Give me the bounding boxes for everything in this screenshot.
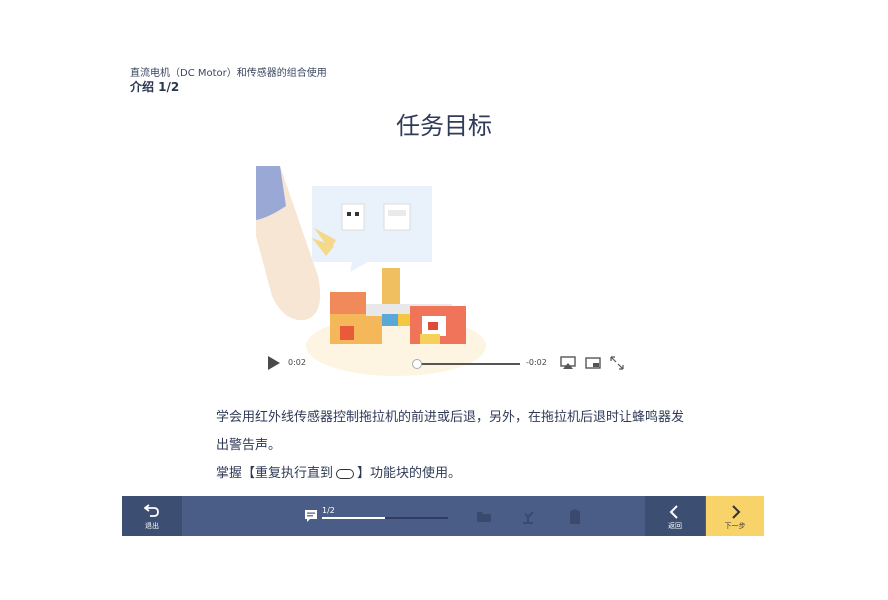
folder-icon[interactable]: [476, 509, 492, 523]
lesson-progress-track: [322, 517, 448, 519]
breadcrumb-subtitle: 直流电机（DC Motor）和传感器的组合使用: [130, 68, 327, 79]
back-arrow-icon: [144, 504, 159, 517]
play-icon[interactable]: [268, 356, 280, 370]
fullscreen-icon[interactable]: [609, 356, 625, 370]
current-time: 0:02: [288, 358, 306, 367]
description-line-2-start: 掌握【重复执行直到: [216, 466, 334, 481]
picture-in-picture-icon[interactable]: [585, 356, 601, 370]
remaining-time: -0:02: [526, 358, 547, 367]
chevron-left-icon: [669, 505, 678, 519]
chevron-right-icon: [732, 505, 741, 519]
seek-knob[interactable]: [412, 359, 422, 369]
bottom-toolbar: 退出 1/2 返回 下一步: [122, 496, 764, 536]
airplay-icon[interactable]: [560, 356, 576, 370]
exit-button[interactable]: 退出: [122, 496, 182, 536]
description-line-2-end: 】功能块的使用。: [357, 466, 462, 481]
description-line-1: 学会用红外线传感器控制拖拉机的前进或后退，另外，在拖拉机后退时让蜂鸣器发出警告声…: [216, 410, 685, 453]
next-button[interactable]: 下一步: [706, 496, 764, 536]
progress-count: 1/2: [322, 506, 335, 515]
video-player[interactable]: 0:02 -0:02: [256, 166, 632, 380]
page-title: 任务目标: [396, 112, 492, 140]
robot-arm-icon[interactable]: [520, 509, 536, 525]
next-label: 下一步: [724, 522, 746, 530]
repeat-until-block-icon: [336, 468, 355, 479]
seek-bar[interactable]: [416, 363, 520, 365]
exit-label: 退出: [145, 522, 159, 530]
video-controls: 0:02 -0:02: [264, 354, 624, 374]
previous-button[interactable]: 返回: [645, 496, 705, 536]
clipboard-icon[interactable]: [568, 509, 582, 525]
video-illustration: [256, 166, 486, 376]
lesson-progress-fill: [322, 517, 385, 519]
section-label: 介绍 1/2: [130, 80, 180, 94]
task-description: 学会用红外线传感器控制拖拉机的前进或后退，另外，在拖拉机后退时让蜂鸣器发出警告声…: [216, 404, 686, 488]
speech-bubble-icon: [305, 510, 317, 522]
description-line-2: 掌握【重复执行直到 】功能块的使用。: [216, 460, 686, 488]
previous-label: 返回: [668, 522, 682, 530]
